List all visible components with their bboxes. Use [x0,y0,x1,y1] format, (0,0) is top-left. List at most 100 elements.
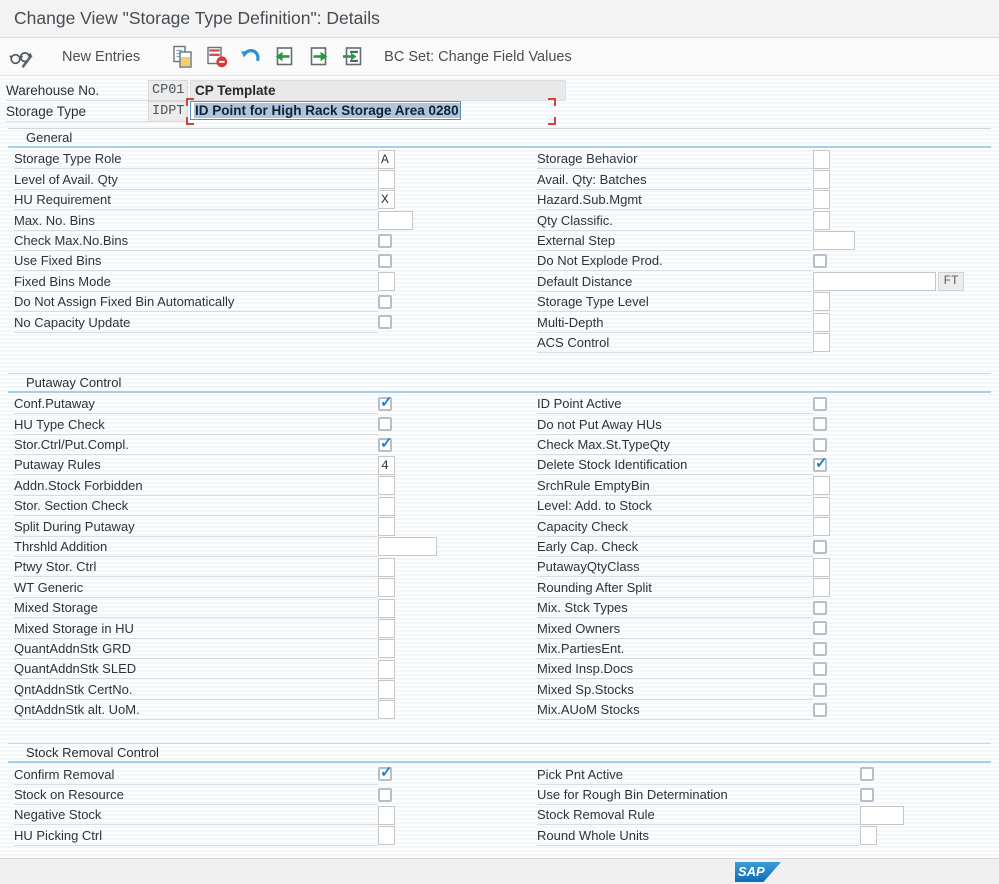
form-row: External Step [499,231,991,251]
value-field[interactable] [813,333,830,353]
checkbox-unchecked[interactable] [813,702,827,717]
application-toolbar: New Entries BC Set: Change Field Values [0,38,999,76]
window-title-bar: Change View "Storage Type Definition": D… [0,0,999,38]
checkbox-unchecked[interactable] [378,417,392,432]
checkbox-unchecked[interactable] [860,767,874,782]
checkbox-unchecked[interactable] [813,662,827,677]
value-field[interactable] [378,476,395,496]
form-row: Mixed Insp.Docs [499,659,991,680]
value-field[interactable] [813,149,830,169]
field-label: Mix.PartiesEnt. [537,640,625,656]
value-field[interactable] [378,272,395,292]
checkbox-unchecked[interactable] [813,254,827,269]
checkbox-unchecked[interactable] [378,294,392,309]
form-row: Default Distance FT [499,271,991,292]
group-box-removal: Stock Removal Control Confirm Removal Stoc… [8,743,991,846]
form-row: Thrshld Addition [8,537,499,558]
copy-icon[interactable] [170,44,196,70]
checkbox-unchecked[interactable] [860,787,874,802]
display-change-icon[interactable] [8,44,34,70]
form-row: Negative Stock [8,805,499,826]
value-field[interactable] [378,578,395,598]
checkbox-unchecked[interactable] [813,601,827,615]
value-field[interactable]: X [378,190,395,210]
value-field[interactable] [378,618,395,638]
value-field[interactable] [813,578,830,598]
value-field[interactable]: A [378,149,395,169]
checkbox-unchecked[interactable] [813,621,827,636]
value-field[interactable] [378,659,395,679]
value-field[interactable] [813,190,830,210]
checkbox-unchecked[interactable] [813,437,827,452]
form-row: QuantAddnStk GRD [8,639,499,659]
sap-logo: SAP [735,862,781,882]
value-field[interactable] [378,680,395,700]
checkbox-unchecked[interactable] [813,539,827,554]
form-row: Do Not Assign Fixed Bin Automatically [8,292,499,313]
checkbox-unchecked[interactable] [378,233,392,248]
form-row: No Capacity Update [8,312,499,333]
value-field[interactable] [378,210,413,230]
value-field[interactable] [378,826,395,846]
value-field[interactable] [378,639,395,659]
value-field[interactable] [813,312,830,332]
form-row: Do Not Explode Prod. [499,251,991,272]
checkbox-checked[interactable] [813,454,828,473]
status-footer: SAP [0,858,999,884]
checkbox-unchecked[interactable] [378,315,392,330]
form-row: Level: Add. to Stock [499,496,991,517]
value-field[interactable] [813,557,830,577]
value-field[interactable] [378,496,395,516]
previous-entry-icon[interactable] [272,44,298,70]
value-field[interactable] [813,231,855,251]
checkbox-unchecked[interactable] [813,682,827,697]
value-field[interactable] [813,516,830,536]
value-field[interactable] [378,516,395,536]
value-field[interactable] [813,292,830,312]
select-entries-icon[interactable] [340,44,366,70]
value-field[interactable] [813,496,830,516]
value-field[interactable] [378,598,395,618]
value-field[interactable] [813,170,830,190]
value-field[interactable] [860,826,877,846]
form-row: Check Max.St.TypeQty [499,435,991,456]
storage-type-description-input[interactable]: ID Point for High Rack Storage Area 0280 [190,101,461,120]
form-row: Stor. Section Check [8,496,499,517]
value-field[interactable] [378,805,395,825]
field-label: Max. No. Bins [14,212,95,228]
value-field[interactable] [813,476,830,496]
form-column-left: Conf.Putaway HU Type Check Stor.Ctrl/Put.C… [8,393,499,721]
checkbox-unchecked[interactable] [378,787,392,802]
value-field[interactable] [860,805,904,825]
value-field[interactable] [378,557,395,577]
next-entry-icon[interactable] [306,44,332,70]
value-field[interactable] [378,700,395,720]
field-label: Fixed Bins Mode [14,273,111,289]
form-row: Hazard.Sub.Mgmt [499,190,991,211]
checkbox-checked[interactable] [378,434,393,452]
checkbox-checked[interactable] [378,393,393,412]
field-label: Pick Pnt Active [537,766,623,782]
checkbox-unchecked[interactable] [813,641,827,656]
value-field[interactable] [378,537,437,557]
value-field[interactable]: 4 [378,455,395,475]
checkbox-checked[interactable] [378,763,393,782]
new-entries-button[interactable]: New Entries [62,49,140,65]
value-field[interactable] [813,210,830,230]
field-label: Hazard.Sub.Mgmt [537,192,642,208]
form-row: Mix.PartiesEnt. [499,639,991,659]
form-row: Capacity Check [499,516,991,537]
form-row: Storage Behavior [499,149,991,170]
checkbox-unchecked[interactable] [813,397,827,412]
checkbox-unchecked[interactable] [813,417,827,432]
field-label: HU Requirement [14,192,111,208]
focus-corner [548,98,556,106]
value-field[interactable] [813,272,936,292]
undo-icon[interactable] [238,44,264,70]
form-row: Mixed Storage [8,598,499,619]
value-field[interactable] [378,170,395,190]
checkbox-unchecked[interactable] [378,254,392,269]
delete-icon[interactable] [204,44,230,70]
form-column-right: ID Point Active Do not Put Away HUs Check … [499,394,991,721]
field-label: ID Point Active [537,396,622,412]
